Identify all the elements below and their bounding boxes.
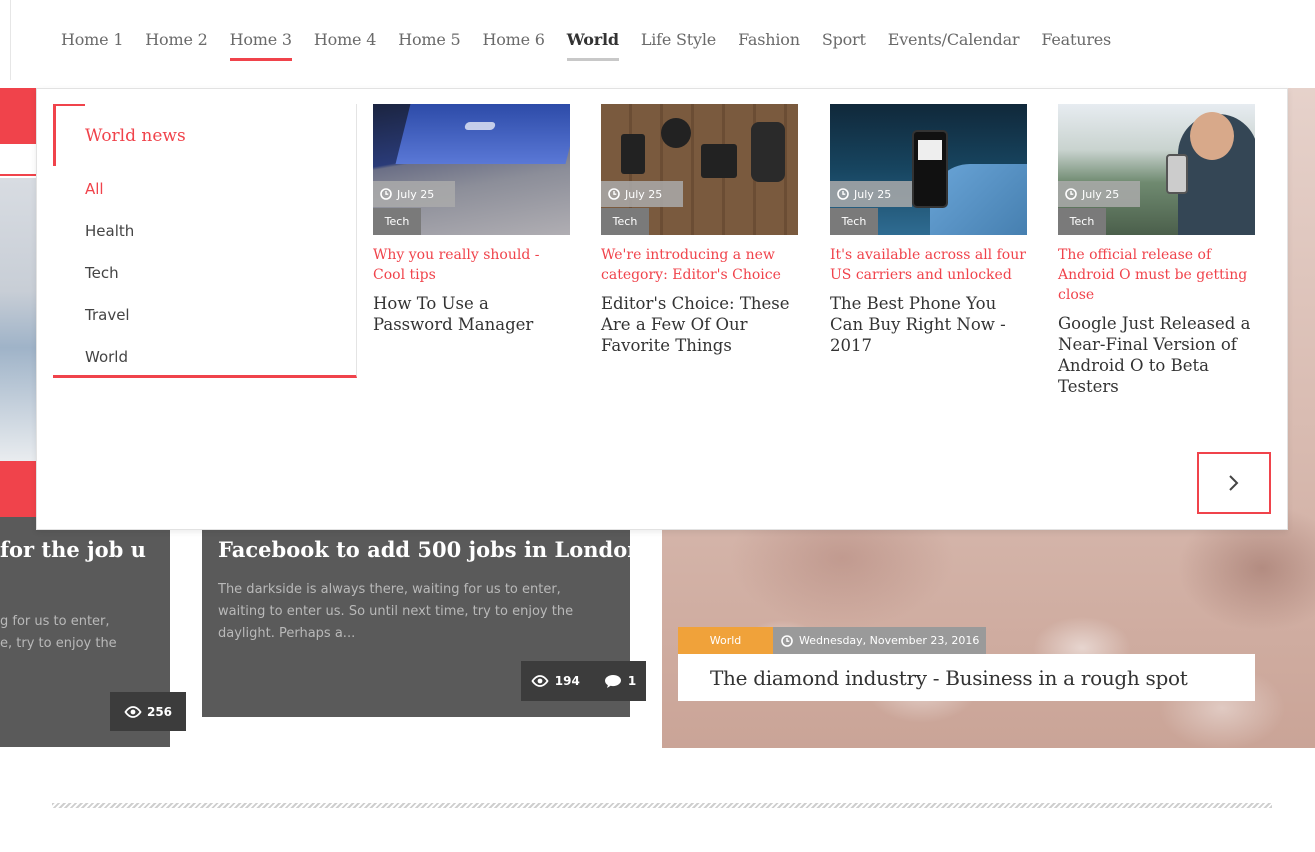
category-filter-tech[interactable]: Tech (85, 264, 134, 306)
clock-icon (608, 188, 620, 200)
post-thumbnail-gadgets[interactable]: July 25 Tech (601, 104, 798, 235)
eye-icon (531, 675, 549, 687)
mega-menu-category-list: World news All Health Tech Travel World (53, 104, 357, 378)
post-date-text: July 25 (625, 187, 663, 201)
post-date-text: July 25 (854, 187, 892, 201)
category-filter-world[interactable]: World (85, 348, 134, 390)
excerpt-line: e, try to enjoy the (0, 636, 117, 651)
main-menu: Home 1 Home 2 Home 3 Home 4 Home 5 Home … (61, 30, 1133, 61)
phone-graphic (1166, 154, 1188, 194)
post-card-excerpt: g for us to enter, e, try to enjoy the (0, 611, 130, 655)
post-date: July 25 (601, 181, 683, 207)
gadget-graphic (661, 118, 691, 148)
featured-post-title[interactable]: The diamond industry - Business in a rou… (678, 654, 1255, 701)
clock-icon (380, 188, 392, 200)
nav-item-home-4[interactable]: Home 4 (314, 30, 376, 49)
post-thumbnail-man-with-phone[interactable]: July 25 Tech (1058, 104, 1255, 235)
post-category-badge[interactable]: Tech (601, 208, 649, 235)
post-date: July 25 (1058, 181, 1140, 207)
post-date-text: July 25 (397, 187, 435, 201)
nav-item-fashion[interactable]: Fashion (738, 30, 800, 49)
nav-item-events-calendar[interactable]: Events/Calendar (888, 30, 1020, 49)
section-divider (52, 803, 1272, 808)
views-count: 194 (554, 674, 580, 688)
laptop-screen-graphic (395, 104, 570, 164)
post-date: July 25 (830, 181, 912, 207)
post-date-text: July 25 (1082, 187, 1120, 201)
nav-item-home-3[interactable]: Home 3 (229, 30, 293, 61)
gadget-graphic (751, 122, 785, 182)
featured-post-meta: World Wednesday, November 23, 2016 (678, 627, 986, 654)
world-mega-menu: World news All Health Tech Travel World … (36, 88, 1288, 530)
nav-item-home-1[interactable]: Home 1 (61, 30, 123, 49)
mega-menu-heading: World news (85, 126, 186, 146)
gadget-graphic (701, 144, 737, 178)
mega-menu-post[interactable]: July 25 Tech The official release of And… (1058, 104, 1255, 397)
post-title[interactable]: Google Just Released a Near-Final Versio… (1058, 313, 1255, 397)
person-head-graphic (1190, 112, 1234, 160)
mega-menu-post[interactable]: July 25 Tech We're introducing a new cat… (601, 104, 798, 356)
post-card-title[interactable]: Facebook to add 500 jobs in London (218, 537, 643, 562)
nav-item-life-style[interactable]: Life Style (641, 30, 716, 49)
category-filter-travel[interactable]: Travel (85, 306, 134, 348)
post-date-text: Wednesday, November 23, 2016 (799, 634, 980, 647)
phone-graphic (912, 130, 948, 208)
comment-icon (604, 674, 621, 688)
clock-icon (1065, 188, 1077, 200)
left-slider-accent-bottom (0, 461, 36, 517)
nav-item-sport[interactable]: Sport (822, 30, 866, 49)
post-thumbnail-laptop[interactable]: July 25 Tech (373, 104, 570, 235)
mega-menu-post[interactable]: July 25 Tech It's available across all f… (830, 104, 1027, 356)
heading-bracket (53, 104, 85, 166)
nav-item-home-6[interactable]: Home 6 (482, 30, 544, 49)
chevron-right-icon (1229, 475, 1239, 491)
nav-item-features[interactable]: Features (1041, 30, 1111, 49)
next-page-button[interactable] (1197, 452, 1271, 514)
post-category-badge[interactable]: Tech (1058, 208, 1106, 235)
post-stats-badge: 194 1 (521, 661, 646, 701)
gadget-graphic (621, 134, 645, 174)
top-navigation: Home 1 Home 2 Home 3 Home 4 Home 5 Home … (0, 0, 1315, 88)
nav-left-divider (10, 0, 11, 80)
views-count: 256 (146, 704, 173, 719)
category-badge[interactable]: World (678, 627, 773, 654)
mega-menu-post[interactable]: July 25 Tech Why you really should - Coo… (373, 104, 570, 335)
post-category-badge[interactable]: Tech (373, 208, 421, 235)
left-slider-strip (0, 144, 36, 176)
nav-item-world[interactable]: World (566, 30, 619, 61)
post-thumbnail-phone[interactable]: July 25 Tech (830, 104, 1027, 235)
clock-icon (781, 634, 793, 647)
left-slider-image[interactable] (0, 178, 36, 461)
nav-item-home-2[interactable]: Home 2 (145, 30, 207, 49)
post-excerpt[interactable]: We're introducing a new category: Editor… (601, 245, 798, 285)
post-date: July 25 (373, 181, 455, 207)
comments-count: 1 (627, 674, 637, 688)
post-excerpt[interactable]: The official release of Android O must b… (1058, 245, 1255, 305)
post-card-title[interactable]: for the job u (0, 537, 146, 562)
post-title[interactable]: Editor's Choice: These Are a Few Of Our … (601, 293, 798, 356)
left-slider-accent (0, 88, 36, 144)
post-card-excerpt: The darkside is always there, waiting fo… (218, 582, 574, 641)
post-date: Wednesday, November 23, 2016 (773, 627, 986, 654)
post-excerpt[interactable]: It's available across all four US carrie… (830, 245, 1027, 285)
excerpt-line: g for us to enter, (0, 614, 110, 629)
nav-item-home-5[interactable]: Home 5 (398, 30, 460, 49)
post-title[interactable]: How To Use a Password Manager (373, 293, 570, 335)
post-category-badge[interactable]: Tech (830, 208, 878, 235)
eye-icon (124, 705, 142, 718)
post-excerpt[interactable]: Why you really should - Cool tips (373, 245, 570, 285)
clock-icon (837, 188, 849, 200)
category-filter-health[interactable]: Health (85, 222, 134, 264)
post-title[interactable]: The Best Phone You Can Buy Right Now - 2… (830, 293, 1027, 356)
views-badge: 256 (110, 692, 186, 731)
category-filter-all[interactable]: All (85, 180, 134, 222)
